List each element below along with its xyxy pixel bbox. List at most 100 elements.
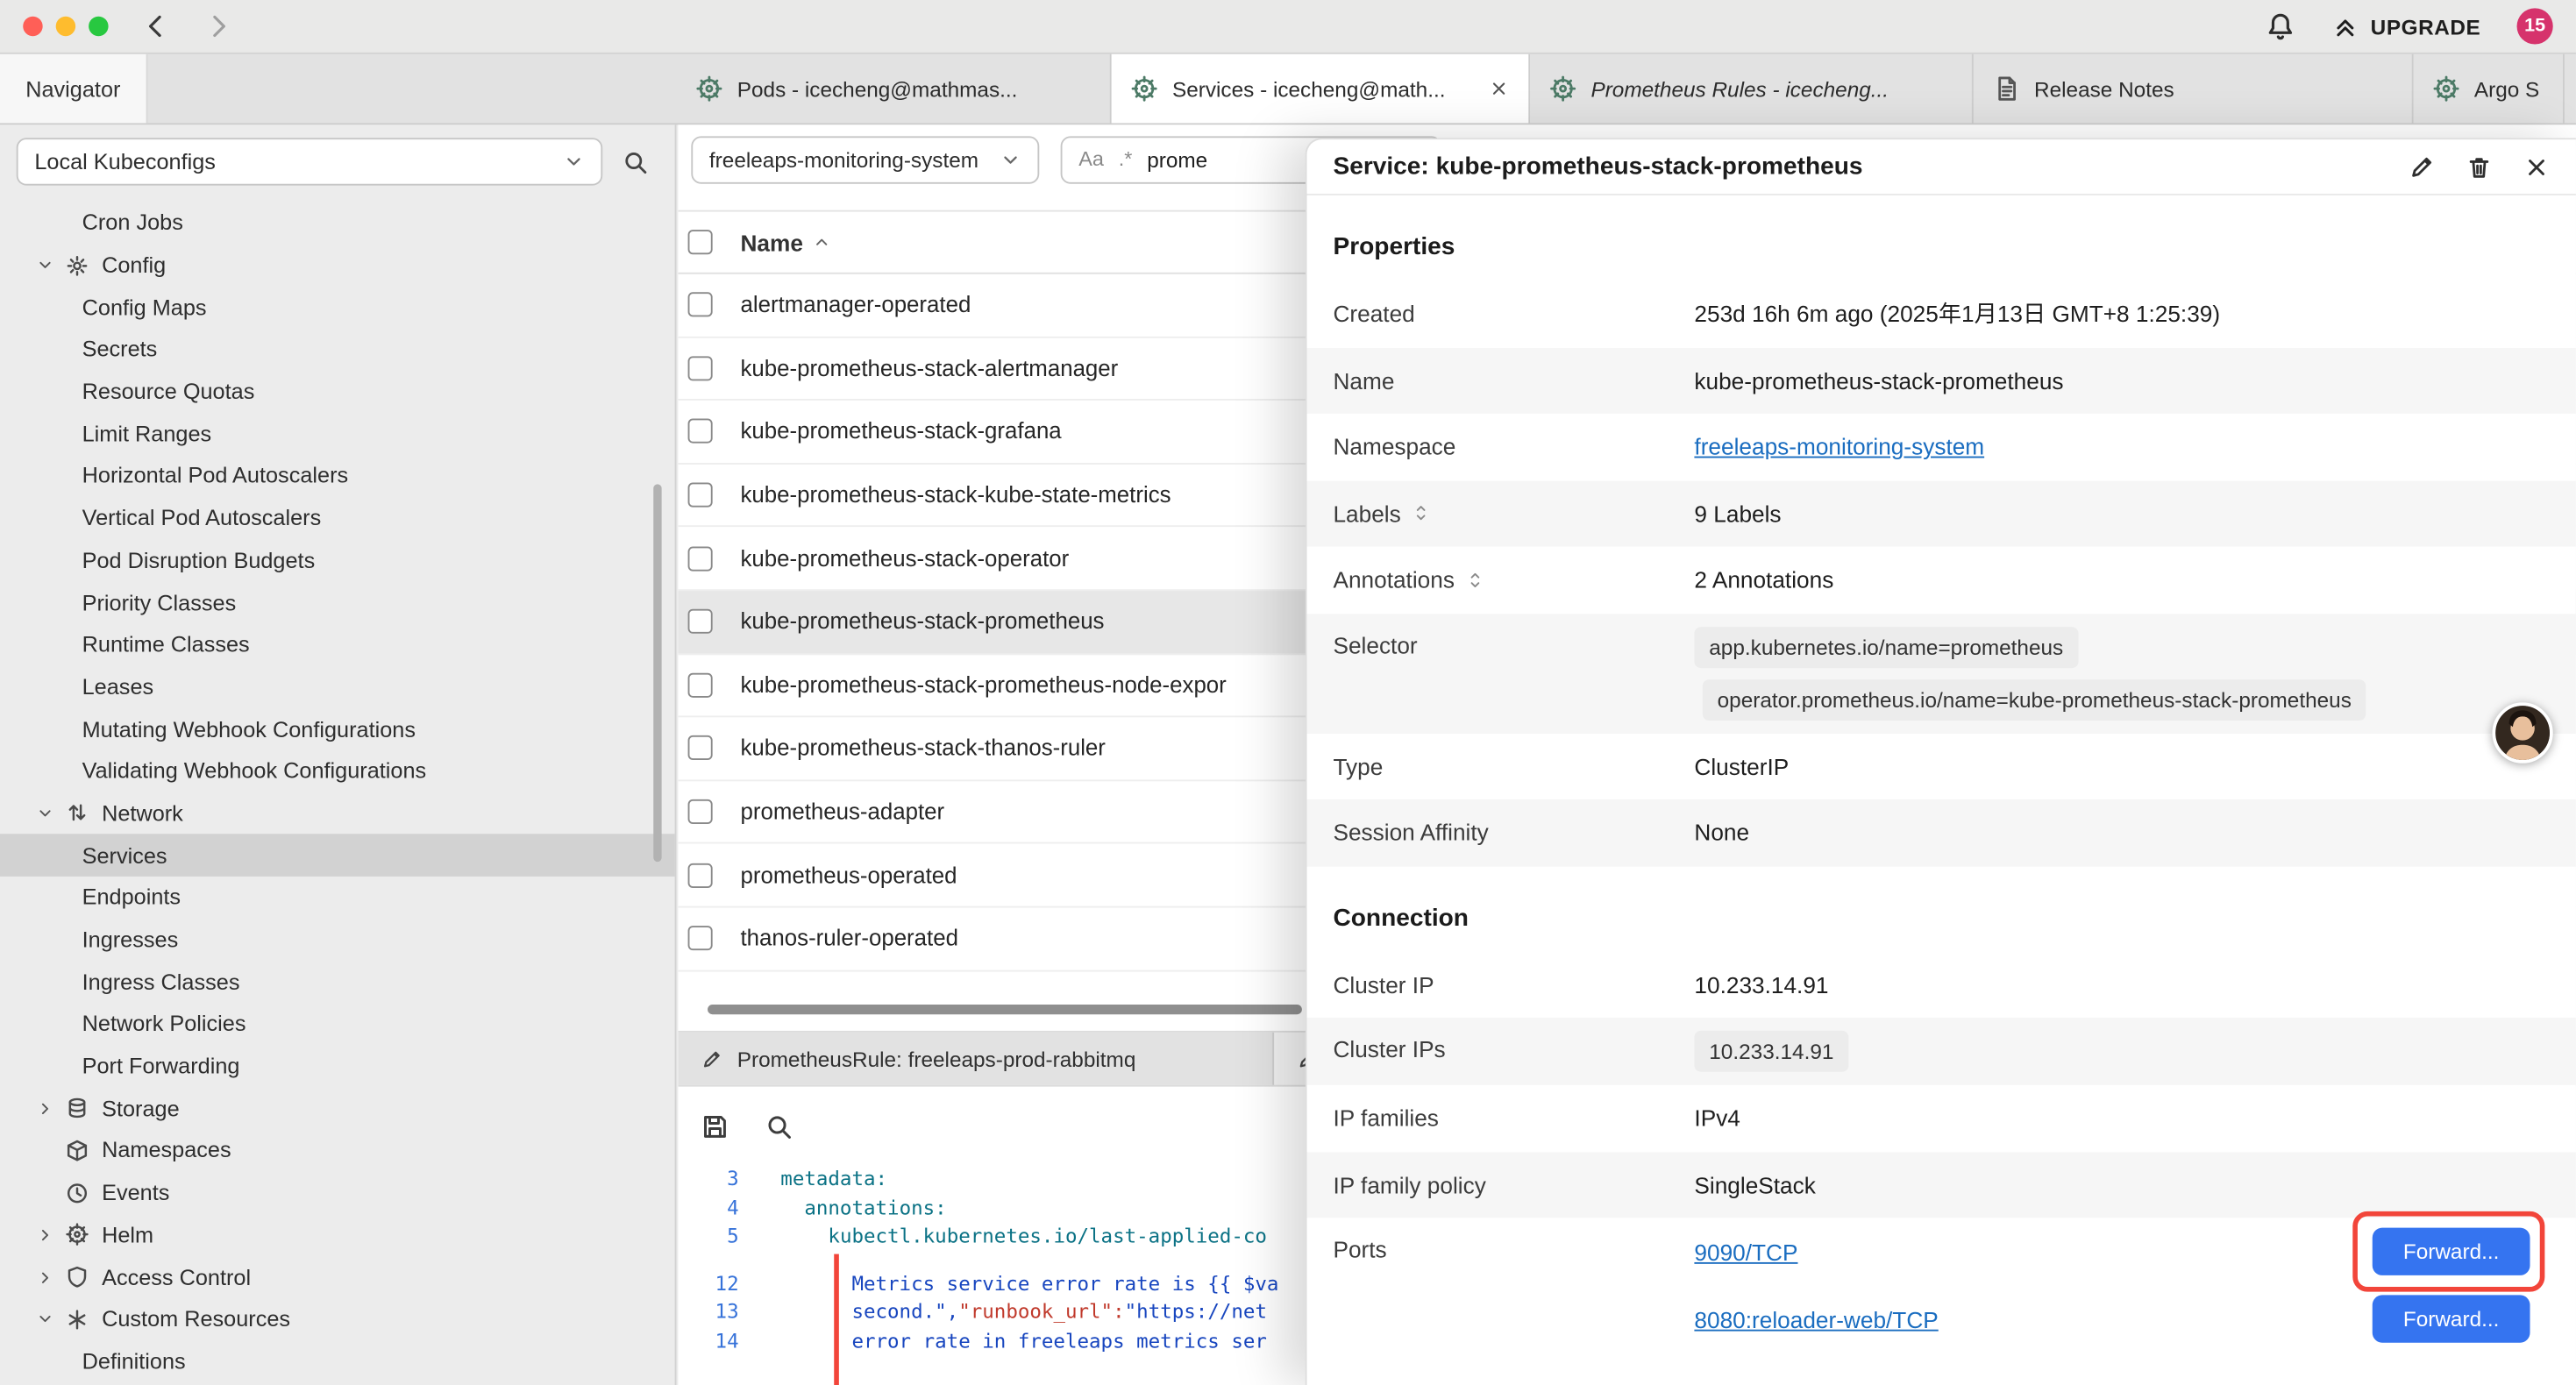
save-button[interactable] xyxy=(701,1112,729,1140)
back-button[interactable] xyxy=(141,11,171,41)
sidebar-item-custom-resources[interactable]: Custom Resources xyxy=(0,1298,675,1340)
minimize-window-button[interactable] xyxy=(56,17,75,36)
sidebar-scrollbar[interactable] xyxy=(653,484,661,862)
sidebar-item-vertical-pod-autoscalers[interactable]: Vertical Pod Autoscalers xyxy=(0,497,675,539)
row-checkbox[interactable] xyxy=(688,863,713,887)
details-header: Service: kube-prometheus-stack-prometheu… xyxy=(1307,139,2576,195)
sidebar-item-port-forwarding[interactable]: Port Forwarding xyxy=(0,1045,675,1087)
row-checkbox[interactable] xyxy=(688,927,713,951)
chevron-down-icon[interactable] xyxy=(36,1310,66,1329)
code-text: kubectl.kubernetes.io/last-applied-co xyxy=(757,1223,1267,1252)
editor-search-button[interactable] xyxy=(765,1112,793,1140)
notification-count-badge[interactable]: 15 xyxy=(2517,8,2553,44)
chevron-down-icon[interactable] xyxy=(36,804,66,822)
sidebar-item-namespaces[interactable]: Namespaces xyxy=(0,1130,675,1172)
sidebar-item-horizontal-pod-autoscalers[interactable]: Horizontal Pod Autoscalers xyxy=(0,455,675,497)
sidebar-item-runtime-classes[interactable]: Runtime Classes xyxy=(0,623,675,665)
chevron-right-icon[interactable] xyxy=(36,1268,66,1287)
sidebar-item-validating-webhook-configurations[interactable]: Validating Webhook Configurations xyxy=(0,750,675,792)
port-link[interactable]: 9090/TCP xyxy=(1694,1239,1797,1265)
sidebar-item-ingresses[interactable]: Ingresses xyxy=(0,919,675,961)
tab-bar: Navigator Pods - icecheng@mathmas...Serv… xyxy=(0,54,2576,125)
sidebar-item-network[interactable]: Network xyxy=(0,792,675,835)
regex-toggle[interactable]: .* xyxy=(1119,148,1133,171)
badge-list: 10.233.14.91 xyxy=(1694,1018,1848,1085)
sidebar-item-leases[interactable]: Leases xyxy=(0,665,675,707)
tab-release-notes[interactable]: Release Notes xyxy=(1974,54,2414,124)
row-checkbox[interactable] xyxy=(688,799,713,824)
navigator-panel-tab[interactable]: Navigator xyxy=(0,54,148,124)
sidebar-item-services[interactable]: Services xyxy=(0,835,675,877)
sidebar-item-access-control[interactable]: Access Control xyxy=(0,1256,675,1298)
row-checkbox[interactable] xyxy=(688,736,713,761)
horizontal-scrollbar[interactable] xyxy=(708,1005,1302,1014)
match-case-toggle[interactable]: Aa xyxy=(1078,148,1104,171)
pencil-icon xyxy=(2409,153,2435,180)
tab-services-icecheng-math[interactable]: Services - icecheng@math... xyxy=(1112,54,1530,124)
port-link[interactable]: 8080:reloader-web/TCP xyxy=(1694,1306,1938,1332)
service-name: thanos-ruler-operated xyxy=(740,927,957,951)
namespace-selector[interactable]: freeleaps-monitoring-system xyxy=(691,135,1039,182)
tab-label: Argo S xyxy=(2474,76,2544,101)
sidebar-item-storage[interactable]: Storage xyxy=(0,1087,675,1129)
sidebar-item-config-maps[interactable]: Config Maps xyxy=(0,287,675,329)
sidebar-item-label: Services xyxy=(82,843,167,868)
close-tab-icon[interactable] xyxy=(1489,79,1508,98)
sidebar-item-ingress-classes[interactable]: Ingress Classes xyxy=(0,961,675,1003)
sidebar-item-endpoints[interactable]: Endpoints xyxy=(0,877,675,919)
sidebar-item-mutating-webhook-configurations[interactable]: Mutating Webhook Configurations xyxy=(0,708,675,750)
sidebar-item-limit-ranges[interactable]: Limit Ranges xyxy=(0,413,675,455)
row-checkbox[interactable] xyxy=(688,356,713,380)
line-number: 3 xyxy=(678,1165,757,1194)
row-checkbox[interactable] xyxy=(688,609,713,634)
property-row-cluster-ips: Cluster IPs10.233.14.91 xyxy=(1307,1018,2576,1085)
editor-tab-prometheusrule[interactable]: PrometheusRule: freeleaps-prod-rabbitmq xyxy=(678,1033,1274,1085)
chevron-down-icon[interactable] xyxy=(36,256,66,274)
zoom-window-button[interactable] xyxy=(89,17,108,36)
namespace-link[interactable]: freeleaps-monitoring-system xyxy=(1694,434,1984,460)
sidebar-item-helm[interactable]: Helm xyxy=(0,1214,675,1256)
row-checkbox[interactable] xyxy=(688,672,713,697)
delete-service-button[interactable] xyxy=(2466,153,2492,180)
forward-port-button[interactable]: Forward... xyxy=(2373,1228,2530,1275)
expand-collapse-icon[interactable] xyxy=(1466,571,1484,589)
sidebar-item-events[interactable]: Events xyxy=(0,1172,675,1214)
tab-pods-icecheng-mathmas[interactable]: Pods - icecheng@mathmas... xyxy=(676,54,1111,124)
sidebar-item-pod-disruption-budgets[interactable]: Pod Disruption Budgets xyxy=(0,539,675,581)
sidebar-item-network-policies[interactable]: Network Policies xyxy=(0,1003,675,1045)
expand-collapse-icon[interactable] xyxy=(1413,504,1431,522)
select-all-checkbox[interactable] xyxy=(688,230,713,254)
sidebar-item-definitions[interactable]: Definitions xyxy=(0,1340,675,1382)
kubeconfig-selector[interactable]: Local Kubeconfigs xyxy=(17,138,602,185)
sidebar-item-cron-jobs[interactable]: Cron Jobs xyxy=(0,202,675,244)
tab-argo-s[interactable]: Argo S xyxy=(2414,54,2565,124)
notifications-button[interactable] xyxy=(2266,11,2295,41)
sidebar-item-label: Network xyxy=(102,801,183,826)
close-window-button[interactable] xyxy=(23,17,42,36)
sidebar-item-secrets[interactable]: Secrets xyxy=(0,329,675,371)
upgrade-button[interactable]: UPGRADE xyxy=(2331,12,2481,40)
forward-port-button[interactable]: Forward... xyxy=(2373,1295,2530,1342)
line-number: 14 xyxy=(678,1328,757,1357)
forward-button[interactable] xyxy=(203,11,233,41)
property-label: Namespace xyxy=(1333,434,1694,460)
edit-service-button[interactable] xyxy=(2409,153,2435,180)
chevron-right-icon[interactable] xyxy=(36,1099,66,1118)
sidebar-item-config[interactable]: Config xyxy=(0,244,675,286)
row-checkbox[interactable] xyxy=(688,483,713,508)
column-header-name[interactable]: Name xyxy=(740,229,830,255)
sidebar-search-button[interactable] xyxy=(609,138,662,185)
sidebar-item-priority-classes[interactable]: Priority Classes xyxy=(0,581,675,623)
tab-prometheus-rules-icecheng[interactable]: Prometheus Rules - icecheng... xyxy=(1530,54,1974,124)
badge-list: app.kubernetes.io/name=prometheusoperato… xyxy=(1694,613,2366,733)
user-avatar[interactable] xyxy=(2492,702,2552,763)
row-checkbox[interactable] xyxy=(688,293,713,317)
property-value: 10.233.14.91 xyxy=(1694,971,1828,998)
namespace-selector-value: freeleaps-monitoring-system xyxy=(709,147,978,172)
chevron-right-icon[interactable] xyxy=(36,1225,66,1244)
shield-icon xyxy=(66,1266,102,1289)
close-drawer-button[interactable] xyxy=(2523,153,2550,180)
row-checkbox[interactable] xyxy=(688,546,713,571)
row-checkbox[interactable] xyxy=(688,419,713,444)
sidebar-item-resource-quotas[interactable]: Resource Quotas xyxy=(0,371,675,413)
